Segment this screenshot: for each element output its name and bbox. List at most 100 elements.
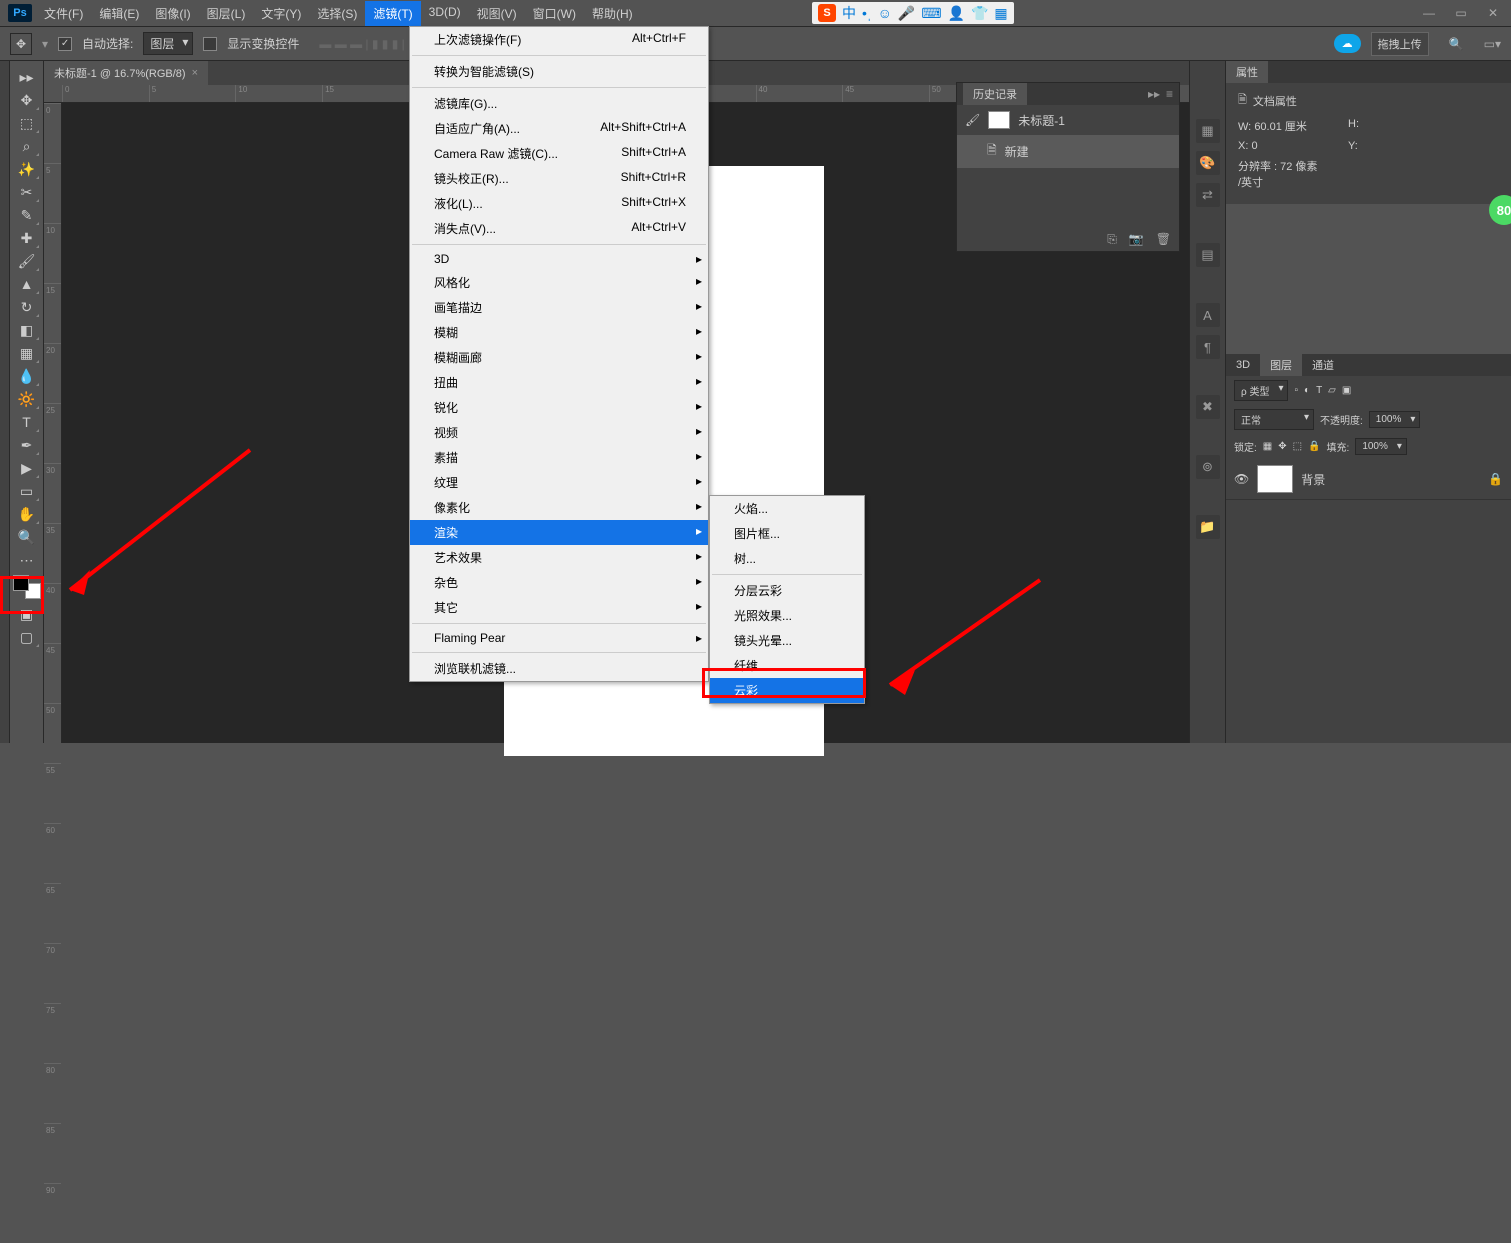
libraries-panel-icon[interactable]: ▤ — [1196, 243, 1220, 267]
filter-menu-item[interactable]: 3D — [410, 248, 708, 270]
filter-menu-item[interactable]: 自适应广角(A)...Alt+Shift+Ctrl+A — [410, 116, 708, 141]
render-menu-item[interactable]: 火焰... — [710, 496, 864, 521]
render-menu-item[interactable]: 镜头光晕... — [710, 628, 864, 653]
filter-menu-item[interactable]: 模糊画廊 — [410, 345, 708, 370]
filter-menu-item[interactable]: 模糊 — [410, 320, 708, 345]
ime-skin-icon[interactable]: 👕 — [971, 5, 988, 22]
filter-menu-item[interactable]: 视频 — [410, 420, 708, 445]
zoom-tool[interactable]: 🔍 — [13, 526, 41, 548]
render-submenu-popup[interactable]: 火焰...图片框...树...分层云彩光照效果...镜头光晕...纤维...云彩 — [709, 495, 865, 704]
swatches-panel-icon[interactable]: 🎨 — [1196, 151, 1220, 175]
cloud-button[interactable]: ☁ — [1334, 34, 1361, 53]
brush-tool[interactable]: 🖌 — [13, 250, 41, 272]
filter-smart-icon[interactable]: ▣ — [1342, 385, 1351, 396]
type-tool[interactable]: T — [13, 411, 41, 433]
color-swatch[interactable] — [13, 575, 41, 599]
filter-menu-item[interactable]: 素描 — [410, 445, 708, 470]
filter-shape-icon[interactable]: ▱ — [1328, 385, 1336, 396]
ime-voice-icon[interactable]: 🎤 — [898, 5, 915, 22]
healing-tool[interactable]: ✚ — [13, 227, 41, 249]
show-transform-checkbox[interactable] — [203, 37, 217, 51]
auto-select-dropdown[interactable]: 图层 — [143, 32, 193, 55]
ime-emoji-icon[interactable]: ☺ — [878, 5, 892, 21]
filter-menu-item[interactable]: 像素化 — [410, 495, 708, 520]
properties-tab[interactable]: 属性 — [1226, 61, 1268, 83]
collapse-icon[interactable]: ▸▸ — [1148, 87, 1160, 101]
panel-menu-icon[interactable]: ≡ — [1166, 87, 1173, 101]
lock-pixels-icon[interactable]: ▦ — [1263, 441, 1272, 452]
expand-icon[interactable]: ▸▸ — [13, 66, 41, 88]
filter-menu-item[interactable]: 消失点(V)...Alt+Ctrl+V — [410, 216, 708, 241]
menu-9[interactable]: 窗口(W) — [525, 1, 584, 26]
history-panel[interactable]: 历史记录 ▸▸ ≡ 🖌 未标题-1 🗎 新建 ⎘ 📷 🗑 — [956, 82, 1180, 252]
pen-tool[interactable]: ✒ — [13, 434, 41, 456]
layer-kind-filter[interactable]: ρ 类型 — [1234, 380, 1288, 401]
fill-input[interactable]: 100% — [1355, 438, 1407, 455]
ime-keyboard-icon[interactable]: ⌨ — [921, 5, 941, 22]
lock-all-icon[interactable]: 🔒 — [1308, 441, 1320, 452]
crop-tool[interactable]: ✂ — [13, 181, 41, 203]
color-panel-icon[interactable]: ▦ — [1196, 119, 1220, 143]
blend-mode-dropdown[interactable]: 正常 — [1234, 409, 1314, 430]
tab-close-icon[interactable]: × — [192, 67, 198, 79]
trash-icon[interactable]: 🗑 — [1156, 232, 1171, 247]
hand-tool[interactable]: ✋ — [13, 503, 41, 525]
edit-toolbar[interactable]: ⋯ — [13, 549, 41, 571]
adjustments-panel-icon[interactable]: ⇄ — [1196, 183, 1220, 207]
layers-tab-0[interactable]: 3D — [1226, 354, 1260, 376]
menu-3[interactable]: 图层(L) — [199, 1, 254, 26]
history-tab[interactable]: 历史记录 — [963, 83, 1027, 105]
move-tool[interactable]: ✥ — [13, 89, 41, 111]
auto-select-checkbox[interactable] — [58, 37, 72, 51]
tools-panel-icon[interactable]: ✖ — [1196, 395, 1220, 419]
lock-position-icon[interactable]: ✥ — [1278, 441, 1286, 452]
document-tab[interactable]: 未标题-1 @ 16.7%(RGB/8) × — [44, 61, 208, 85]
layer-row[interactable]: 👁 背景 🔒 — [1226, 459, 1511, 500]
filter-menu-popup[interactable]: 上次滤镜操作(F)Alt+Ctrl+F转换为智能滤镜(S)滤镜库(G)...自适… — [409, 26, 709, 682]
stamp-tool[interactable]: ▲ — [13, 273, 41, 295]
layers-tab-2[interactable]: 通道 — [1302, 354, 1344, 376]
shape-tool[interactable]: ▭ — [13, 480, 41, 502]
blur-tool[interactable]: 💧 — [13, 365, 41, 387]
opacity-input[interactable]: 100% — [1369, 411, 1421, 428]
ime-punct-icon[interactable]: •ˌ — [862, 5, 872, 21]
filter-menu-item[interactable]: 滤镜库(G)... — [410, 91, 708, 116]
filter-menu-item[interactable]: 艺术效果 — [410, 545, 708, 570]
render-menu-item[interactable]: 分层云彩 — [710, 578, 864, 603]
path-select-tool[interactable]: ▶ — [13, 457, 41, 479]
filter-menu-item[interactable]: 渲染 — [410, 520, 708, 545]
history-brush-tool[interactable]: ↻ — [13, 296, 41, 318]
menu-8[interactable]: 视图(V) — [469, 1, 525, 26]
dodge-tool[interactable]: 🔆 — [13, 388, 41, 410]
menu-2[interactable]: 图像(I) — [147, 1, 198, 26]
chevron-down-icon[interactable]: ▾ — [42, 37, 48, 51]
search-icon[interactable]: 🔍 — [1449, 37, 1464, 51]
filter-menu-item[interactable]: 上次滤镜操作(F)Alt+Ctrl+F — [410, 27, 708, 52]
filter-type-icon[interactable]: T — [1316, 385, 1322, 396]
screen-mode-tool[interactable]: ▢ — [13, 626, 41, 648]
gradient-tool[interactable]: ▦ — [13, 342, 41, 364]
create-doc-icon[interactable]: ⎘ — [1107, 232, 1117, 247]
filter-menu-item[interactable]: 锐化 — [410, 395, 708, 420]
maximize-icon[interactable]: ▭ — [1451, 6, 1471, 20]
filter-menu-item[interactable]: 镜头校正(R)...Shift+Ctrl+R — [410, 166, 708, 191]
coupon-badge[interactable]: 80 — [1489, 195, 1511, 225]
menu-0[interactable]: 文件(F) — [36, 1, 91, 26]
menu-10[interactable]: 帮助(H) — [584, 1, 641, 26]
upload-button[interactable]: 拖拽上传 — [1371, 32, 1429, 56]
menu-6[interactable]: 滤镜(T) — [365, 1, 420, 26]
filter-menu-item[interactable]: 液化(L)...Shift+Ctrl+X — [410, 191, 708, 216]
menu-4[interactable]: 文字(Y) — [253, 1, 309, 26]
filter-menu-item[interactable]: 扭曲 — [410, 370, 708, 395]
eyedropper-tool[interactable]: ✎ — [13, 204, 41, 226]
filter-menu-item[interactable]: Camera Raw 滤镜(C)...Shift+Ctrl+A — [410, 141, 708, 166]
render-menu-item[interactable]: 云彩 — [710, 678, 864, 703]
menu-7[interactable]: 3D(D) — [421, 1, 469, 26]
render-menu-item[interactable]: 纤维... — [710, 653, 864, 678]
close-icon[interactable]: ✕ — [1483, 6, 1503, 20]
filter-menu-item[interactable]: 其它 — [410, 595, 708, 620]
filter-menu-item[interactable]: 杂色 — [410, 570, 708, 595]
ime-cn-icon[interactable]: 中 — [842, 3, 856, 23]
menu-5[interactable]: 选择(S) — [309, 1, 365, 26]
render-menu-item[interactable]: 树... — [710, 546, 864, 571]
